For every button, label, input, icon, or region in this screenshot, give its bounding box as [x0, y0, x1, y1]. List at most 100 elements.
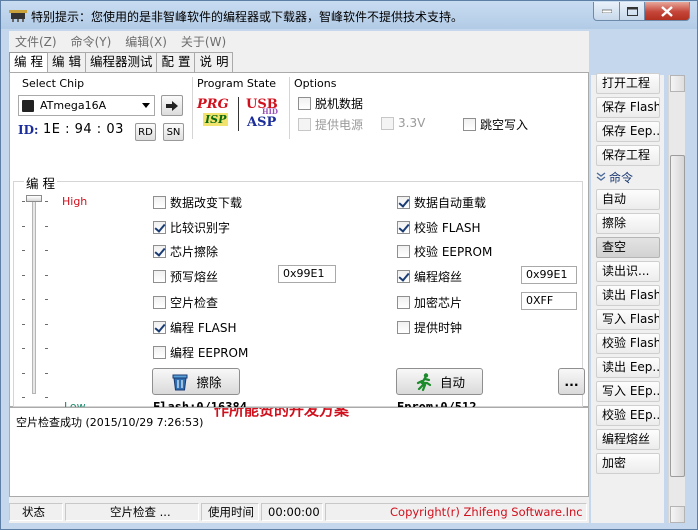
program-tab-panel: Select Chip ATmega16A ID: 1E : 94 : 03 R…: [9, 72, 589, 414]
copyright-text: Copyright(r) Zhifeng Software.Inc 2009: [325, 503, 587, 521]
verify-eeprom-checkbox[interactable]: 校验 EEPROM: [397, 243, 492, 260]
scroll-thumb[interactable]: [670, 155, 685, 477]
more-options-button[interactable]: ...: [558, 368, 585, 395]
command-section-label: 命令: [609, 170, 634, 185]
read-id-button[interactable]: RD: [135, 123, 156, 141]
maximize-icon: [626, 6, 638, 16]
tab-programmer-test[interactable]: 编程器测试: [84, 52, 158, 72]
slider-tick: [45, 372, 48, 374]
tab-bar: 编 程 编 辑 编程器测试 配 置 说 明: [9, 52, 234, 73]
tab-config[interactable]: 配 置: [156, 52, 196, 72]
slider-tick: [45, 299, 48, 300]
save-flash-button[interactable]: 保存 Flash: [596, 97, 660, 118]
command-blank-check-button[interactable]: 查空: [596, 237, 660, 258]
slider-tick: [22, 372, 25, 374]
menu-edit[interactable]: 编辑(X): [125, 33, 167, 50]
tab-edit[interactable]: 编 辑: [46, 52, 86, 72]
offline-data-checkbox[interactable]: 脱机数据: [298, 95, 363, 112]
voltage-checkbox[interactable]: 3.3V: [381, 116, 425, 130]
command-read-flash-button[interactable]: 读出 Flash: [596, 285, 660, 306]
lock-chip-checkbox[interactable]: 加密芯片: [397, 294, 462, 311]
erase-button-label: 擦除: [196, 375, 222, 390]
download-on-change-checkbox[interactable]: 数据改变下载: [153, 194, 242, 211]
speed-slider-track: [32, 198, 36, 394]
chip-erase-checkbox[interactable]: 芯片擦除: [153, 243, 218, 260]
program-flash-checkbox[interactable]: 编程 FLASH: [153, 319, 237, 336]
promo-banner: 作所能赞的开发方案: [214, 407, 350, 419]
open-project-button[interactable]: 打开工程: [596, 73, 660, 94]
scroll-up-arrow[interactable]: [670, 75, 685, 92]
chip-icon: [22, 99, 34, 112]
slider-tick: [45, 274, 48, 276]
command-section-header[interactable]: 命令: [593, 168, 663, 186]
prg-logo: PRG: [197, 97, 229, 112]
checkbox-box: [463, 118, 476, 131]
lock-value-field[interactable]: 0XFF: [521, 292, 577, 310]
command-program-fuse-button[interactable]: 编程熔丝: [596, 429, 660, 450]
command-verify-eeprom-button[interactable]: 校验 EEp...: [596, 405, 660, 426]
slider-tick: [22, 250, 25, 251]
command-erase-button[interactable]: 擦除: [596, 213, 660, 234]
scroll-down-arrow[interactable]: [670, 506, 685, 523]
provide-clock-label: 提供时钟: [414, 321, 463, 335]
verify-eeprom-label: 校验 EEPROM: [414, 245, 493, 259]
verify-flash-checkbox[interactable]: 校验 FLASH: [397, 219, 481, 236]
command-read-eeprom-button[interactable]: 读出 Eep...: [596, 357, 660, 378]
erase-button[interactable]: 擦除: [152, 368, 240, 395]
divider: [238, 97, 239, 131]
log-line: 空片检查成功 (2015/10/29 7:26:53): [16, 416, 204, 429]
save-eeprom-button[interactable]: 保存 Eep...: [596, 121, 660, 142]
command-write-flash-button[interactable]: 写入 Flash: [596, 309, 660, 330]
tab-help[interactable]: 说 明: [194, 52, 234, 72]
provide-power-checkbox[interactable]: 提供电源: [298, 116, 363, 133]
tab-program[interactable]: 编 程: [9, 52, 48, 73]
arrow-right-icon: [166, 100, 178, 111]
blank-check-label: 空片检查: [170, 296, 219, 310]
blank-check-checkbox[interactable]: 空片检查: [153, 294, 218, 311]
auto-reload-label: 数据自动重载: [414, 196, 487, 210]
provide-clock-checkbox[interactable]: 提供时钟: [397, 319, 462, 336]
chevron-down-icon: [142, 103, 150, 108]
close-icon: [661, 5, 673, 17]
download-on-change-label: 数据改变下载: [170, 196, 243, 210]
command-lock-button[interactable]: 加密: [596, 453, 660, 474]
auto-reload-checkbox[interactable]: 数据自动重载: [397, 194, 486, 211]
command-panel-scrollbar[interactable]: [668, 75, 685, 523]
chip-select[interactable]: ATmega16A: [18, 95, 155, 116]
menu-about[interactable]: 关于(W): [181, 33, 226, 50]
prewrite-fuse-checkbox[interactable]: 预写熔丝: [153, 268, 218, 285]
status-bar: 状态 空片检查 ... 使用时间 00:00:00 Copyright(r) Z…: [9, 501, 589, 523]
slider-tick: [45, 250, 48, 251]
minimize-button[interactable]: [593, 2, 620, 21]
command-auto-button[interactable]: 自动: [596, 189, 660, 210]
program-eeprom-checkbox[interactable]: 编程 EEPROM: [153, 344, 248, 361]
close-button[interactable]: [644, 2, 690, 21]
select-chip-label: Select Chip: [22, 77, 85, 90]
chip-id-value: 1E : 94 : 03: [43, 122, 124, 137]
serial-number-button[interactable]: SN: [163, 123, 184, 141]
command-write-eeprom-button[interactable]: 写入 EEp...: [596, 381, 660, 402]
menu-command[interactable]: 命令(Y): [71, 33, 112, 50]
save-project-button[interactable]: 保存工程: [596, 145, 660, 166]
checkbox-box: [381, 116, 394, 130]
maximize-button[interactable]: [619, 2, 645, 21]
lock-chip-label: 加密芯片: [414, 296, 463, 310]
program-flash-label: 编程 FLASH: [170, 321, 237, 335]
program-fuse-value-field[interactable]: 0x99E1: [521, 266, 577, 284]
checkbox-box: [298, 118, 311, 131]
compare-signature-checkbox[interactable]: 比较识别字: [153, 219, 230, 236]
checkbox-box: [397, 321, 410, 334]
speed-slider-thumb[interactable]: [26, 195, 42, 202]
log-panel[interactable]: 作所能赞的开发方案 空片检查成功 (2015/10/29 7:26:53): [9, 407, 589, 497]
auto-button[interactable]: 自动: [396, 368, 483, 395]
program-fuse-checkbox[interactable]: 编程熔丝: [397, 268, 462, 285]
skip-empty-write-checkbox[interactable]: 跳空写入: [463, 116, 528, 133]
slider-tick: [45, 397, 48, 398]
command-panel: 打开工程保存 Flash 保存 Eep... 保存工程命令自动擦除查空读出识... 读…: [591, 73, 664, 523]
prewrite-fuse-value-field[interactable]: 0x99E1: [278, 265, 336, 283]
slider-tick: [45, 323, 48, 325]
command-read-signature-button[interactable]: 读出识...: [596, 261, 660, 282]
menu-file[interactable]: 文件(Z): [15, 33, 57, 50]
command-verify-flash-button[interactable]: 校验 Flash: [596, 333, 660, 354]
select-chip-go-button[interactable]: [161, 95, 183, 116]
